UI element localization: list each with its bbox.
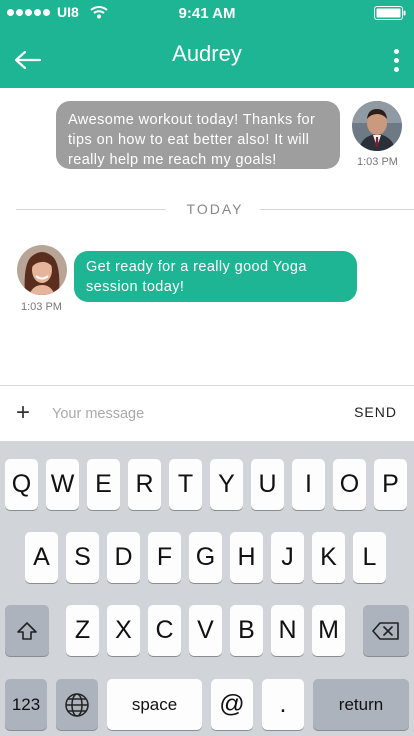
date-divider-label: TODAY	[186, 201, 244, 217]
contact-name: Audrey	[172, 41, 242, 66]
avatar-self[interactable]	[352, 101, 402, 151]
shift-key[interactable]	[5, 605, 49, 656]
message-input[interactable]	[50, 400, 334, 428]
key-o[interactable]: O	[333, 459, 366, 510]
message-time-received: 1:03 PM	[21, 301, 62, 313]
backspace-icon	[372, 621, 399, 640]
key-v[interactable]: V	[189, 605, 222, 656]
key-e[interactable]: E	[87, 459, 120, 510]
key-j[interactable]: J	[271, 532, 304, 583]
avatar-contact[interactable]	[17, 245, 67, 295]
key-u[interactable]: U	[251, 459, 284, 510]
chat-screen: UI8 9:41 AM Audrey Awesome workout today…	[0, 0, 414, 736]
key-k[interactable]: K	[312, 532, 345, 583]
key-m[interactable]: M	[312, 605, 345, 656]
backspace-key[interactable]	[363, 605, 409, 656]
key-p[interactable]: P	[374, 459, 407, 510]
dot-key[interactable]: .	[262, 679, 304, 730]
status-time: 9:41 AM	[178, 5, 236, 22]
attach-button[interactable]: +	[16, 401, 30, 425]
key-q[interactable]: Q	[5, 459, 38, 510]
key-n[interactable]: N	[271, 605, 304, 656]
status-bar: UI8 9:41 AM	[0, 0, 414, 26]
key-a[interactable]: A	[25, 532, 58, 583]
shift-icon	[17, 621, 37, 640]
globe-icon	[65, 692, 89, 717]
message-bubble-sent[interactable]: Awesome workout today! Thanks for tips o…	[56, 101, 340, 169]
space-key[interactable]: space	[107, 679, 202, 730]
return-key[interactable]: return	[313, 679, 409, 730]
key-c[interactable]: C	[148, 605, 181, 656]
at-key[interactable]: @	[211, 679, 253, 730]
key-f[interactable]: F	[148, 532, 181, 583]
message-composer: + SEND	[0, 385, 414, 441]
more-vertical-icon	[393, 48, 399, 72]
key-w[interactable]: W	[46, 459, 79, 510]
key-z[interactable]: Z	[66, 605, 99, 656]
key-s[interactable]: S	[66, 532, 99, 583]
key-y[interactable]: Y	[210, 459, 243, 510]
message-time-sent: 1:03 PM	[357, 156, 398, 168]
globe-key[interactable]	[56, 679, 98, 730]
key-r[interactable]: R	[128, 459, 161, 510]
key-d[interactable]: D	[107, 532, 140, 583]
more-button[interactable]	[386, 44, 406, 76]
header: UI8 9:41 AM Audrey	[0, 0, 414, 88]
message-bubble-received[interactable]: Get ready for a really good Yoga session…	[74, 251, 357, 302]
key-x[interactable]: X	[107, 605, 140, 656]
numbers-key[interactable]: 123	[5, 679, 47, 730]
key-t[interactable]: T	[169, 459, 202, 510]
keyboard: Q W E R T Y U I O P A S D F G H J K L Z …	[0, 441, 414, 736]
key-l[interactable]: L	[353, 532, 386, 583]
key-g[interactable]: G	[189, 532, 222, 583]
battery-icon	[374, 6, 406, 20]
date-divider: TODAY	[16, 201, 414, 217]
key-h[interactable]: H	[230, 532, 263, 583]
key-b[interactable]: B	[230, 605, 263, 656]
key-i[interactable]: I	[292, 459, 325, 510]
send-button[interactable]: SEND	[354, 404, 397, 420]
